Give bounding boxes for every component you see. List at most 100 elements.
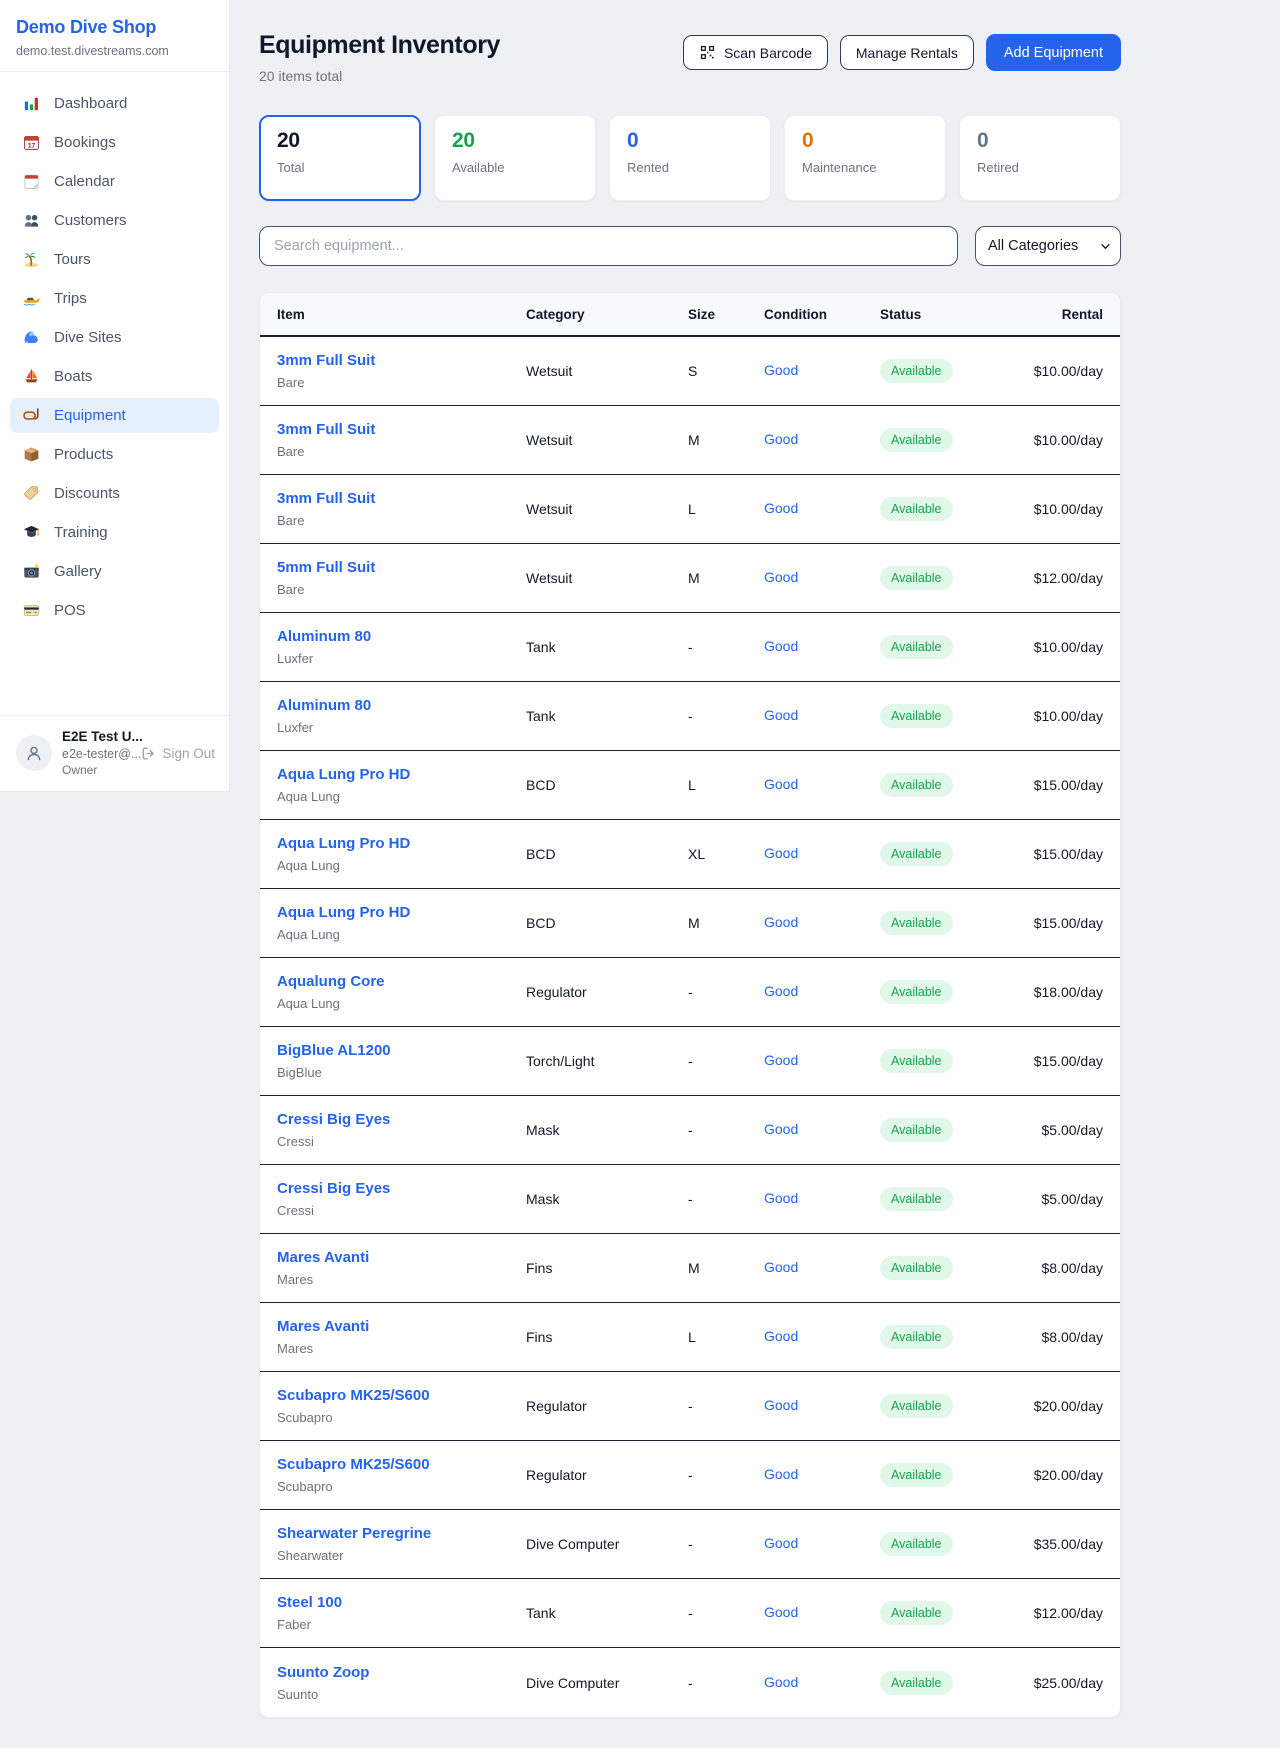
- stat-card-total[interactable]: 20 Total: [259, 115, 421, 201]
- condition-link[interactable]: Good: [764, 500, 798, 516]
- item-name-link[interactable]: Aluminum 80: [277, 697, 371, 714]
- condition-link[interactable]: Good: [764, 1190, 798, 1206]
- condition-link[interactable]: Good: [764, 845, 798, 861]
- item-name-link[interactable]: Aluminum 80: [277, 628, 371, 645]
- item-size: M: [688, 570, 764, 586]
- scan-barcode-label: Scan Barcode: [724, 45, 812, 61]
- status-badge: Available: [880, 1187, 953, 1211]
- user-email: e2e-tester@...: [62, 747, 130, 761]
- item-brand: BigBlue: [277, 1065, 526, 1080]
- condition-link[interactable]: Good: [764, 1535, 798, 1551]
- condition-link[interactable]: Good: [764, 983, 798, 999]
- item-brand: Cressi: [277, 1203, 526, 1218]
- sidebar-item-gallery[interactable]: Gallery: [10, 554, 219, 589]
- item-category: Dive Computer: [526, 1675, 688, 1691]
- condition-link[interactable]: Good: [764, 914, 798, 930]
- condition-link[interactable]: Good: [764, 1604, 798, 1620]
- sidebar-item-trips[interactable]: Trips: [10, 281, 219, 316]
- sidebar-item-dashboard[interactable]: Dashboard: [10, 86, 219, 121]
- condition-link[interactable]: Good: [764, 569, 798, 585]
- item-category: Wetsuit: [526, 570, 688, 586]
- item-name-link[interactable]: Shearwater Peregrine: [277, 1525, 431, 1542]
- item-name-link[interactable]: Scubapro MK25/S600: [277, 1387, 430, 1404]
- item-name-link[interactable]: Aqualung Core: [277, 973, 385, 990]
- sidebar-item-label: Trips: [54, 290, 87, 307]
- condition-link[interactable]: Good: [764, 1328, 798, 1344]
- table-row: Steel 100 Faber Tank - Good Available $1…: [260, 1579, 1120, 1648]
- sidebar-item-boats[interactable]: Boats: [10, 359, 219, 394]
- equipment-table: ItemCategorySizeConditionStatusRental 3m…: [259, 292, 1121, 1718]
- item-name-link[interactable]: 3mm Full Suit: [277, 352, 375, 369]
- item-size: -: [688, 1191, 764, 1207]
- item-name-link[interactable]: Aqua Lung Pro HD: [277, 766, 410, 783]
- item-size: L: [688, 501, 764, 517]
- add-equipment-button[interactable]: Add Equipment: [986, 34, 1121, 71]
- sidebar-item-training[interactable]: Training: [10, 515, 219, 550]
- sign-out-icon: [140, 745, 157, 762]
- item-size: -: [688, 984, 764, 1000]
- item-name-link[interactable]: 5mm Full Suit: [277, 559, 375, 576]
- item-name-link[interactable]: Mares Avanti: [277, 1249, 369, 1266]
- condition-link[interactable]: Good: [764, 1052, 798, 1068]
- manage-rentals-button[interactable]: Manage Rentals: [840, 35, 974, 70]
- table-row: Scubapro MK25/S600 Scubapro Regulator - …: [260, 1372, 1120, 1441]
- item-size: -: [688, 708, 764, 724]
- condition-link[interactable]: Good: [764, 776, 798, 792]
- item-name-link[interactable]: Cressi Big Eyes: [277, 1180, 390, 1197]
- sidebar-item-bookings[interactable]: Bookings: [10, 125, 219, 160]
- condition-link[interactable]: Good: [764, 1674, 798, 1690]
- item-name-link[interactable]: Suunto Zoop: [277, 1664, 369, 1681]
- table-row: 3mm Full Suit Bare Wetsuit S Good Availa…: [260, 337, 1120, 406]
- page-title: Equipment Inventory: [259, 31, 500, 60]
- stat-card-maintenance[interactable]: 0 Maintenance: [784, 115, 946, 201]
- sidebar-item-pos[interactable]: POS: [10, 593, 219, 628]
- stat-card-retired[interactable]: 0 Retired: [959, 115, 1121, 201]
- condition-link[interactable]: Good: [764, 638, 798, 654]
- stat-card-rented[interactable]: 0 Rented: [609, 115, 771, 201]
- item-size: M: [688, 432, 764, 448]
- item-rental: $5.00/day: [1030, 1191, 1103, 1207]
- item-name-link[interactable]: Steel 100: [277, 1594, 342, 1611]
- condition-link[interactable]: Good: [764, 1121, 798, 1137]
- status-badge: Available: [880, 911, 953, 935]
- sidebar-item-calendar[interactable]: Calendar: [10, 164, 219, 199]
- brand-name[interactable]: Demo Dive Shop: [16, 17, 213, 38]
- condition-link[interactable]: Good: [764, 1259, 798, 1275]
- item-name-link[interactable]: Mares Avanti: [277, 1318, 369, 1335]
- search-input[interactable]: [259, 226, 958, 266]
- sidebar-item-equipment[interactable]: Equipment: [10, 398, 219, 433]
- condition-link[interactable]: Good: [764, 707, 798, 723]
- item-name-link[interactable]: BigBlue AL1200: [277, 1042, 391, 1059]
- condition-link[interactable]: Good: [764, 362, 798, 378]
- table-row: Aqua Lung Pro HD Aqua Lung BCD L Good Av…: [260, 751, 1120, 820]
- column-header-size: Size: [688, 307, 764, 322]
- calendar-icon: [22, 172, 41, 191]
- item-name-link[interactable]: Cressi Big Eyes: [277, 1111, 390, 1128]
- sign-out-button[interactable]: Sign Out: [140, 745, 215, 762]
- sidebar-item-tours[interactable]: Tours: [10, 242, 219, 277]
- stat-card-available[interactable]: 20 Available: [434, 115, 596, 201]
- category-select[interactable]: All Categories: [975, 226, 1121, 266]
- item-size: L: [688, 777, 764, 793]
- item-category: BCD: [526, 915, 688, 931]
- sidebar-item-customers[interactable]: Customers: [10, 203, 219, 238]
- status-badge: Available: [880, 842, 953, 866]
- table-row: Cressi Big Eyes Cressi Mask - Good Avail…: [260, 1165, 1120, 1234]
- condition-link[interactable]: Good: [764, 1397, 798, 1413]
- item-brand: Aqua Lung: [277, 789, 526, 804]
- stat-value: 20: [277, 129, 403, 153]
- sidebar-item-label: Dive Sites: [54, 329, 122, 346]
- item-name-link[interactable]: Aqua Lung Pro HD: [277, 835, 410, 852]
- item-name-link[interactable]: Aqua Lung Pro HD: [277, 904, 410, 921]
- condition-link[interactable]: Good: [764, 1466, 798, 1482]
- scan-barcode-button[interactable]: Scan Barcode: [683, 35, 828, 70]
- item-name-link[interactable]: Scubapro MK25/S600: [277, 1456, 430, 1473]
- condition-link[interactable]: Good: [764, 431, 798, 447]
- item-name-link[interactable]: 3mm Full Suit: [277, 490, 375, 507]
- sidebar-item-discounts[interactable]: Discounts: [10, 476, 219, 511]
- sidebar-item-products[interactable]: Products: [10, 437, 219, 472]
- column-header-condition: Condition: [764, 307, 880, 322]
- item-name-link[interactable]: 3mm Full Suit: [277, 421, 375, 438]
- trips-icon: [22, 289, 41, 308]
- sidebar-item-dive-sites[interactable]: Dive Sites: [10, 320, 219, 355]
